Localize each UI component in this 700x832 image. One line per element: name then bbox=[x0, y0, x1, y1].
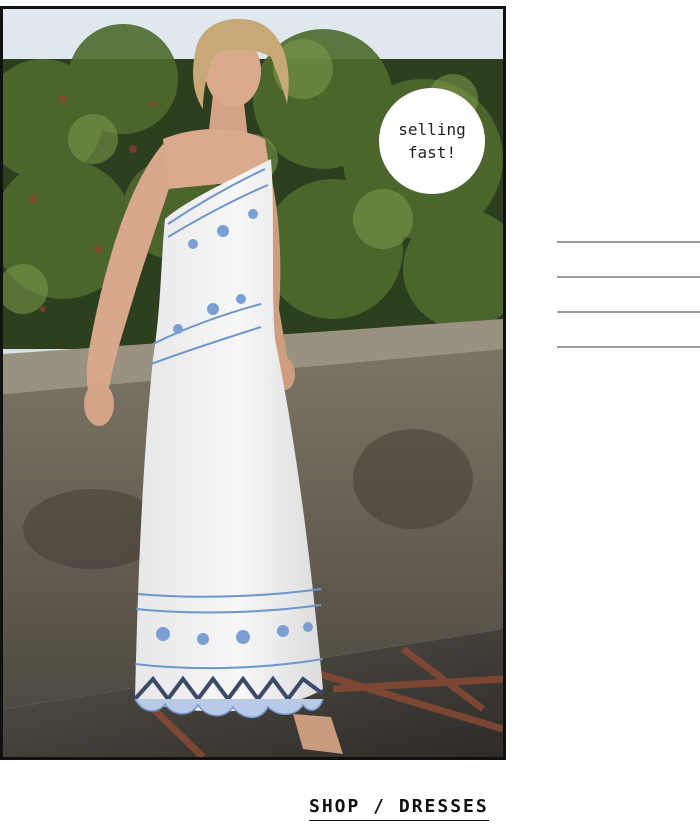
selling-fast-badge: selling fast! bbox=[379, 88, 485, 194]
badge-text-line2: fast! bbox=[407, 143, 457, 162]
menu-line-2 bbox=[557, 276, 700, 278]
menu-line-3 bbox=[557, 311, 700, 313]
hamburger-lines-icon[interactable] bbox=[557, 241, 700, 381]
menu-line-4 bbox=[557, 346, 700, 348]
menu-line-1 bbox=[557, 241, 700, 243]
badge-text-line1: selling bbox=[398, 120, 466, 139]
hero-image-frame[interactable]: selling fast! bbox=[0, 6, 506, 760]
shop-dresses-link[interactable]: SHOP / DRESSES bbox=[309, 796, 489, 821]
